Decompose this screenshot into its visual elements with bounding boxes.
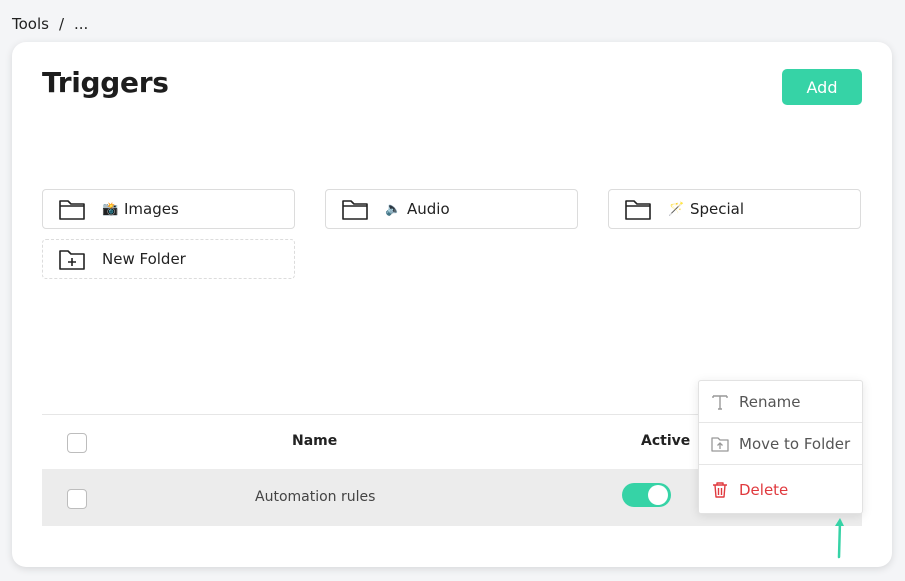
folder-emoji: 📸 (102, 201, 119, 217)
menu-item-rename[interactable]: Rename (699, 381, 862, 423)
page-title: Triggers (42, 66, 169, 99)
new-folder-label: New Folder (102, 250, 186, 268)
menu-item-delete[interactable]: Delete (699, 469, 862, 511)
breadcrumb-separator: / (58, 15, 65, 33)
active-toggle[interactable] (622, 483, 671, 507)
folder-images[interactable]: 📸 Images (42, 189, 295, 229)
menu-divider (699, 464, 862, 465)
breadcrumb: Tools / ... (12, 15, 88, 33)
folder-label: Audio (407, 200, 450, 218)
column-active-header[interactable]: Active (641, 433, 690, 449)
context-menu: Rename Move to Folder Delete (698, 380, 863, 514)
folder-icon (625, 200, 651, 220)
add-button[interactable]: Add (782, 69, 862, 105)
folder-emoji: 🔈 (385, 201, 402, 217)
folder-label: Special (690, 200, 745, 218)
menu-item-move-to-folder[interactable]: Move to Folder (699, 423, 862, 465)
breadcrumb-root[interactable]: Tools (12, 15, 49, 33)
folder-icon (59, 200, 85, 220)
breadcrumb-current[interactable]: ... (74, 15, 88, 33)
trash-icon (713, 482, 727, 498)
select-all-checkbox[interactable] (67, 433, 87, 453)
arrow-up-icon (835, 518, 844, 559)
folder-icon (342, 200, 368, 220)
folder-label: Images (124, 200, 179, 218)
new-folder-button[interactable]: New Folder (42, 239, 295, 279)
menu-label: Move to Folder (739, 435, 851, 453)
row-checkbox[interactable] (67, 489, 87, 509)
folder-emoji: 🪄 (668, 201, 685, 217)
toggle-knob (648, 485, 668, 505)
folder-plus-icon (59, 250, 85, 270)
folder-special[interactable]: 🪄 Special (608, 189, 861, 229)
menu-label: Rename (739, 393, 801, 411)
menu-label: Delete (739, 481, 789, 499)
folder-audio[interactable]: 🔈 Audio (325, 189, 578, 229)
row-name: Automation rules (255, 489, 376, 505)
column-name-header[interactable]: Name (292, 433, 337, 449)
folder-move-icon (711, 437, 729, 452)
text-icon (712, 395, 728, 410)
